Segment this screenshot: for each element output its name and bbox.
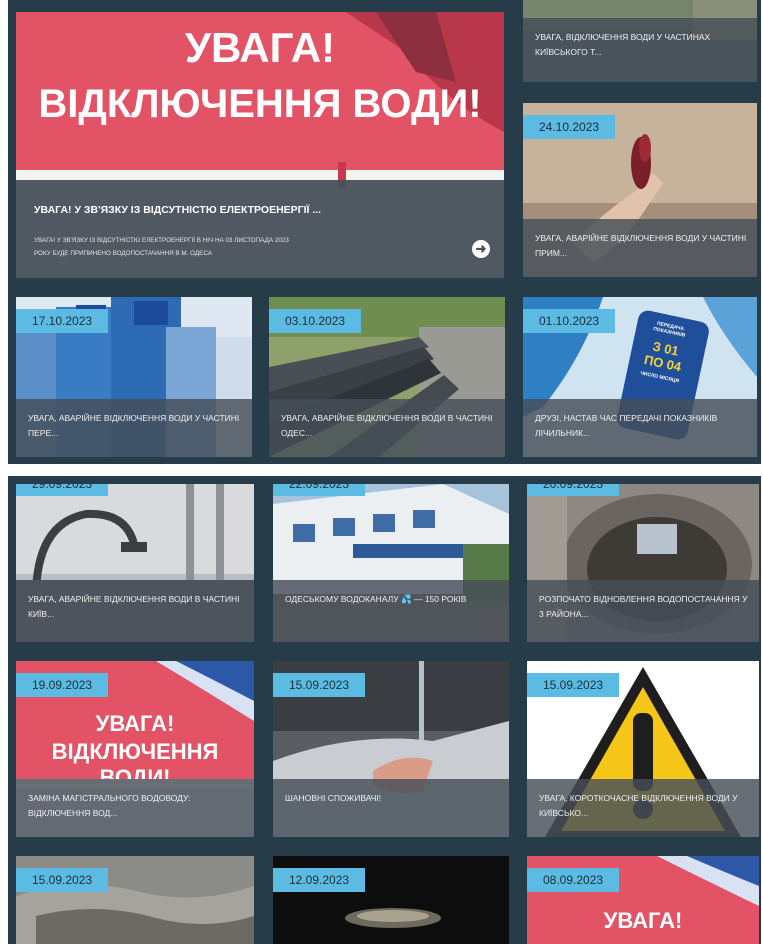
news-card-title: УВАГА, АВАРІЙНЕ ВІДКЛЮЧЕННЯ ВОДИ У ЧАСТИ…: [28, 413, 240, 438]
hero-news-card[interactable]: УВАГА! ВІДКЛЮЧЕННЯ ВОДИ! УВАГА! У ЗВ'ЯЗК…: [16, 12, 504, 278]
news-card-title: ШАНОВНІ СПОЖИВАЧІ!: [285, 793, 382, 803]
date-badge: 22.09.2023: [273, 484, 366, 496]
news-card-title: ЗАМІНА МАГІСТРАЛЬНОГО ВОДОВОДУ: ВІДКЛЮЧЕ…: [28, 793, 191, 818]
news-card-overlay: УВАГА, АВАРІЙНЕ ВІДКЛЮЧЕННЯ ВОДИ У ЧАСТИ…: [523, 219, 757, 277]
news-card-overlay: ЗАМІНА МАГІСТРАЛЬНОГО ВОДОВОДУ: ВІДКЛЮЧЕ…: [16, 779, 254, 837]
news-card[interactable]: 12.09.2023: [273, 856, 509, 944]
news-card-title: УВАГА, ВІДКЛЮЧЕННЯ ВОДИ У ЧАСТИНАХ КИЇВС…: [535, 32, 711, 57]
news-card-overlay: УВАГА, ВІДКЛЮЧЕННЯ ВОДИ У ЧАСТИНАХ КИЇВС…: [523, 18, 757, 82]
arrow-right-circle-icon[interactable]: ➜: [472, 240, 490, 258]
news-card-overlay: РОЗПОЧАТО ВІДНОВЛЕННЯ ВОДОПОСТАЧАННЯ У 3…: [527, 580, 759, 642]
news-card-title: УВАГА, КОРОТКОЧАСНЕ ВІДКЛЮЧЕННЯ ВОДИ У К…: [539, 793, 738, 818]
news-card-overlay: ДРУЗІ, НАСТАВ ЧАС ПЕРЕДАЧІ ПОКАЗНИКІВ ЛІ…: [523, 399, 757, 457]
hero-caption: УВАГА! У ЗВ'ЯЗКУ ІЗ ВІДСУТНІСТЮ ЕЛЕКТРОЕ…: [16, 180, 504, 278]
date-badge: 12.09.2023: [273, 868, 366, 892]
news-card[interactable]: 29.09.2023 УВАГА, АВАРІЙНЕ ВІДКЛЮЧЕННЯ В…: [16, 484, 254, 642]
news-panel-bottom: 29.09.2023 УВАГА, АВАРІЙНЕ ВІДКЛЮЧЕННЯ В…: [8, 476, 761, 944]
banner-line1: УВАГА!: [95, 711, 175, 736]
news-card[interactable]: 17.10.2023 УВАГА, АВАРІЙНЕ ВІДКЛЮЧЕННЯ В…: [16, 297, 252, 457]
date-badge: 01.10.2023: [523, 309, 616, 333]
news-card[interactable]: УВАГА! ВІДКЛЮЧЕННЯ ВОДИ! 19.09.2023 ЗАМІ…: [16, 661, 254, 837]
hero-excerpt-line2: РОКУ БУДЕ ПРИПИНЕНО ВОДОПОСТАЧАННЯ В М. …: [34, 250, 212, 257]
date-badge: 19.09.2023: [16, 673, 109, 697]
date-badge: 29.09.2023: [16, 484, 109, 496]
date-badge: 17.10.2023: [16, 309, 109, 333]
news-card-title: ДРУЗІ, НАСТАВ ЧАС ПЕРЕДАЧІ ПОКАЗНИКІВ ЛІ…: [535, 413, 718, 438]
news-card[interactable]: 15.09.2023 УВАГА, КОРОТКОЧАСНЕ ВІДКЛЮЧЕН…: [527, 661, 759, 837]
news-card[interactable]: 22.09.2023 ОДЕСЬКОМУ ВОДОКАНАЛУ 💦 — 150 …: [273, 484, 509, 642]
news-card-title: ОДЕСЬКОМУ ВОДОКАНАЛУ 💦 — 150 РОКІВ: [285, 594, 467, 604]
hero-banner-line2: ВІДКЛЮЧЕННЯ ВОДИ!: [38, 82, 482, 126]
news-card[interactable]: 20.09.2023 РОЗПОЧАТО ВІДНОВЛЕННЯ ВОДОПОС…: [527, 484, 759, 642]
news-card[interactable]: ПЕРЕДАЧА ПОКАЗНИКІВ З 01 ПО 04 ЧИСЛО МІС…: [523, 297, 757, 457]
date-badge: 03.10.2023: [269, 309, 362, 333]
news-card-title: УВАГА, АВАРІЙНЕ ВІДКЛЮЧЕННЯ ВОДИ У ЧАСТИ…: [535, 233, 747, 258]
news-card[interactable]: 03.10.2023 УВАГА, АВАРІЙНЕ ВІДКЛЮЧЕННЯ В…: [269, 297, 505, 457]
banner-line1: УВАГА!: [603, 908, 683, 933]
date-badge: 15.09.2023: [16, 868, 109, 892]
news-card-overlay: УВАГА, АВАРІЙНЕ ВІДКЛЮЧЕННЯ ВОДИ В ЧАСТИ…: [269, 399, 505, 457]
news-card-overlay: ШАНОВНІ СПОЖИВАЧІ!: [273, 779, 509, 837]
news-card[interactable]: УВАГА! 08.09.2023: [527, 856, 759, 944]
news-panel-top: УВАГА! ВІДКЛЮЧЕННЯ ВОДИ! УВАГА! У ЗВ'ЯЗК…: [8, 0, 761, 464]
news-card[interactable]: 15.09.2023: [16, 856, 254, 944]
hero-title[interactable]: УВАГА! У ЗВ'ЯЗКУ ІЗ ВІДСУТНІСТЮ ЕЛЕКТРОЕ…: [34, 204, 321, 216]
news-card-title: РОЗПОЧАТО ВІДНОВЛЕННЯ ВОДОПОСТАЧАННЯ У 3…: [539, 594, 748, 619]
news-card-overlay: ОДЕСЬКОМУ ВОДОКАНАЛУ 💦 — 150 РОКІВ: [273, 580, 509, 642]
news-card[interactable]: 24.10.2023 УВАГА, АВАРІЙНЕ ВІДКЛЮЧЕННЯ В…: [523, 103, 757, 277]
news-card-overlay: УВАГА, КОРОТКОЧАСНЕ ВІДКЛЮЧЕННЯ ВОДИ У К…: [527, 779, 759, 837]
news-card[interactable]: 15.09.2023 ШАНОВНІ СПОЖИВАЧІ!: [273, 661, 509, 837]
hero-excerpt-line1: УВАГА! У ЗВ'ЯЗКУ ІЗ ВІДСУТНІСТЮ ЕЛЕКТРОЕ…: [34, 237, 289, 244]
news-card-overlay: УВАГА, АВАРІЙНЕ ВІДКЛЮЧЕННЯ ВОДИ У ЧАСТИ…: [16, 399, 252, 457]
news-card-title: УВАГА, АВАРІЙНЕ ВІДКЛЮЧЕННЯ ВОДИ В ЧАСТИ…: [281, 413, 493, 438]
news-card[interactable]: УВАГА, ВІДКЛЮЧЕННЯ ВОДИ У ЧАСТИНАХ КИЇВС…: [523, 0, 757, 82]
date-badge: 15.09.2023: [527, 673, 620, 697]
hero-banner-line1: УВАГА!: [184, 24, 336, 71]
news-card-title: УВАГА, АВАРІЙНЕ ВІДКЛЮЧЕННЯ ВОДИ В ЧАСТИ…: [28, 594, 240, 619]
date-badge: 15.09.2023: [273, 673, 366, 697]
date-badge: 24.10.2023: [523, 115, 616, 139]
date-badge: 08.09.2023: [527, 868, 620, 892]
phone-counter-graphic: ПЕРЕДАЧА ПОКАЗНИКІВ З 01 ПО 04 ЧИСЛО МІС…: [631, 318, 700, 387]
news-card-overlay: УВАГА, АВАРІЙНЕ ВІДКЛЮЧЕННЯ ВОДИ В ЧАСТИ…: [16, 580, 254, 642]
date-badge: 20.09.2023: [527, 484, 620, 496]
